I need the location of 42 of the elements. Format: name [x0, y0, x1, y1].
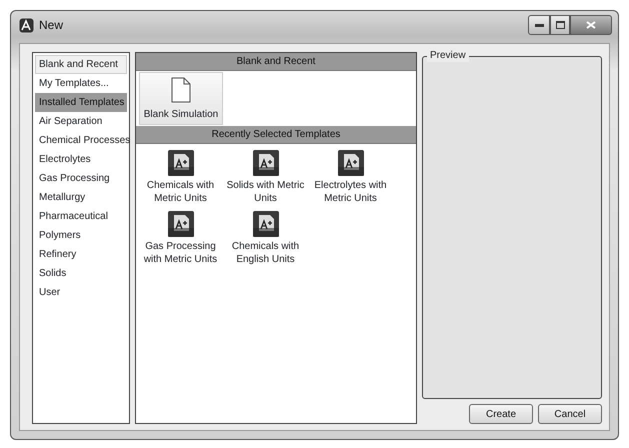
category-item[interactable]: My Templates...	[35, 74, 127, 93]
category-item[interactable]: Air Separation	[35, 112, 127, 131]
category-item[interactable]: Solids	[35, 264, 127, 283]
template-label: Chemicals with English Units	[230, 240, 300, 266]
template-icon	[252, 150, 278, 176]
category-item[interactable]: User	[35, 283, 127, 302]
minimize-icon	[534, 24, 544, 26]
template-icon	[252, 211, 278, 237]
category-item[interactable]: Metallurgy	[35, 188, 127, 207]
close-icon	[586, 21, 596, 29]
maximize-icon	[556, 21, 564, 29]
category-item[interactable]: Blank and Recent	[35, 55, 127, 74]
window-title: New	[39, 17, 64, 34]
app-icon	[19, 18, 34, 32]
template-tile[interactable]: Chemicals with Metric Units	[138, 150, 223, 205]
template-label: Solids with Metric Units	[226, 179, 306, 205]
category-item[interactable]: Polymers	[35, 226, 127, 245]
template-icon	[338, 150, 364, 176]
blank-simulation-tile[interactable]: Blank Simulation	[139, 72, 223, 125]
close-button[interactable]	[570, 15, 612, 35]
template-tile[interactable]: Electrolytes with Metric Units	[308, 150, 393, 205]
template-label: Chemicals with Metric Units	[146, 179, 216, 205]
template-tile[interactable]: Solids with Metric Units	[223, 150, 308, 205]
category-item[interactable]: Electrolytes	[35, 150, 127, 169]
category-item[interactable]: Gas Processing	[35, 169, 127, 188]
dialog-button[interactable]: Cancel	[538, 404, 602, 424]
document-icon	[171, 77, 191, 103]
section-header: Recently Selected Templates	[136, 126, 416, 144]
template-label: Gas Processing with Metric Units	[142, 240, 218, 266]
template-tile[interactable]: Chemicals with English Units	[223, 211, 308, 266]
maximize-button[interactable]	[550, 15, 570, 35]
preview-label: Preview	[427, 49, 469, 62]
template-icon	[168, 211, 194, 237]
template-label: Electrolytes with Metric Units	[313, 179, 388, 205]
dialog-button[interactable]: Create	[469, 404, 533, 424]
minimize-button[interactable]	[528, 15, 550, 35]
category-heading[interactable]: Installed Templates	[35, 93, 127, 112]
section-header: Blank and Recent	[136, 53, 416, 71]
category-item[interactable]: Pharmaceutical	[35, 207, 127, 226]
category-item[interactable]: Refinery	[35, 245, 127, 264]
template-icon	[168, 150, 194, 176]
template-tile[interactable]: Gas Processing with Metric Units	[138, 211, 223, 266]
